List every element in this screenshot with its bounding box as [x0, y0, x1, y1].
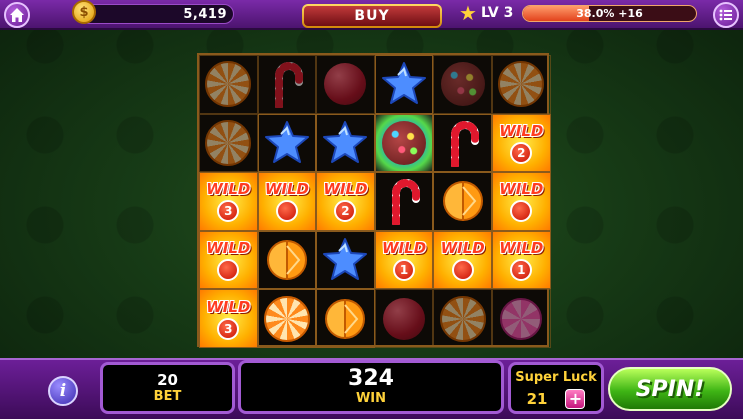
reel-cell — [257, 55, 317, 114]
reel-cell — [433, 55, 492, 114]
wild-symbol-label: WILD — [499, 121, 544, 140]
reel-cell: WILD 1 — [492, 230, 551, 290]
reel-cell: WILD 2 — [316, 172, 375, 231]
reel-cell — [199, 113, 258, 173]
reel-cell — [257, 230, 317, 290]
red-lollipop-symbol — [324, 63, 367, 106]
level-indicator: ★ LV 3 — [459, 3, 513, 23]
reel-cell — [374, 289, 434, 348]
reel-cell — [374, 113, 434, 173]
menu-button[interactable] — [713, 2, 739, 28]
reel-cell: WILD 3 — [199, 172, 258, 231]
info-button[interactable]: i — [48, 376, 78, 406]
reel-cell: WILD 1 — [374, 230, 434, 290]
wild-multiplier-badge — [451, 259, 474, 282]
wild-multiplier-badge: 3 — [217, 200, 240, 223]
wild-multiplier-badge: 1 — [510, 259, 533, 282]
home-button[interactable] — [4, 2, 30, 28]
blue-star-symbol — [264, 120, 309, 163]
wild-multiplier-badge — [510, 200, 533, 223]
reel-cell — [374, 55, 434, 114]
reel-cell: WILD — [199, 230, 258, 290]
sprinkle-donut-symbol — [440, 62, 485, 107]
reel-cell — [374, 172, 434, 231]
buy-button-label: BUY — [304, 6, 440, 26]
xp-progress-text: 38.0% +16 — [576, 7, 643, 20]
candy-cane-symbol — [274, 62, 303, 109]
reel-cell: WILD — [433, 230, 492, 290]
wild-multiplier-badge: 1 — [393, 259, 416, 282]
orange-swirl-symbol — [498, 61, 545, 108]
star-icon: ★ — [459, 1, 477, 25]
blue-star-symbol — [323, 120, 368, 163]
wild-symbol-label: WILD — [206, 297, 251, 316]
reel-cell: WILD — [492, 172, 551, 231]
coin-balance-value: 5,419 — [183, 7, 227, 22]
reel-cell — [433, 172, 492, 231]
red-lollipop-symbol — [383, 297, 426, 340]
orange-swirl-symbol — [439, 295, 486, 342]
slot-reels: WILD 2 WILD 3 WILD WILD 2 WILD WILD WILD 1 WILD WILD… — [197, 53, 551, 348]
candy-cane-symbol — [392, 179, 421, 226]
home-icon — [10, 8, 24, 22]
coin-balance: 5,419 — [80, 4, 234, 24]
orange-swirl-symbol — [205, 61, 252, 108]
wild-symbol-label: WILD — [264, 180, 309, 199]
reel-cell — [316, 55, 375, 114]
wild-symbol-label: WILD — [382, 239, 427, 258]
reel-cell — [316, 113, 375, 173]
reel-cell: WILD — [257, 172, 317, 231]
coin-icon: $ — [72, 0, 96, 24]
super-luck-panel: Super Luck 21 + — [508, 362, 604, 414]
blue-star-symbol — [323, 238, 368, 281]
reel-cell — [492, 289, 551, 348]
candy-cane-symbol — [450, 120, 479, 167]
reel-cell — [316, 289, 375, 348]
reel-cell — [199, 55, 258, 114]
reel-cell — [433, 113, 492, 173]
wild-multiplier-badge — [275, 200, 298, 223]
bet-label: BET — [153, 389, 182, 404]
wild-symbol-label: WILD — [440, 239, 485, 258]
wild-symbol-label: WILD — [323, 180, 368, 199]
win-panel: 324 WIN — [238, 360, 504, 414]
slot-game-screen: 5,419 $ BUY ★ LV 3 38.0% +16 WILD 2 WILD 3 W… — [0, 0, 743, 419]
win-value: 324 — [348, 366, 394, 391]
reel-cell — [433, 289, 492, 348]
bet-panel[interactable]: 20 BET — [100, 362, 235, 414]
win-label: WIN — [355, 391, 387, 406]
reel-cell: WILD 3 — [199, 289, 258, 348]
spin-button[interactable]: SPIN! — [608, 367, 732, 411]
wild-multiplier-badge: 2 — [510, 141, 533, 164]
menu-icon — [719, 9, 732, 21]
super-luck-value: 21 — [526, 390, 548, 408]
pink-swirl-symbol — [500, 297, 543, 340]
reel-cell: WILD 2 — [492, 113, 551, 173]
wild-multiplier-badge: 3 — [217, 317, 240, 340]
orange-slice-symbol — [266, 240, 307, 281]
bet-value: 20 — [157, 371, 178, 389]
level-label: LV 3 — [480, 5, 514, 21]
super-luck-plus-button[interactable]: + — [565, 389, 586, 409]
orange-slice-symbol — [325, 298, 366, 339]
wild-symbol-label: WILD — [499, 180, 544, 199]
reel-cell — [316, 230, 375, 290]
buy-button[interactable]: BUY — [302, 4, 442, 28]
super-luck-title: Super Luck — [515, 370, 597, 385]
orange-swirl-symbol — [263, 295, 310, 342]
sprinkle-donut-symbol — [382, 120, 427, 165]
wild-symbol-label: WILD — [499, 239, 544, 258]
blue-star-symbol — [382, 62, 427, 105]
wild-multiplier-badge: 2 — [334, 200, 357, 223]
orange-swirl-symbol — [205, 119, 252, 166]
wild-symbol-label: WILD — [206, 180, 251, 199]
reel-cell — [257, 113, 317, 173]
wild-symbol-label: WILD — [206, 239, 251, 258]
wild-multiplier-badge — [217, 259, 240, 282]
orange-slice-symbol — [442, 181, 483, 222]
xp-progress-bar: 38.0% +16 — [522, 5, 697, 22]
reel-cell — [257, 289, 317, 348]
reel-cell — [492, 55, 551, 114]
